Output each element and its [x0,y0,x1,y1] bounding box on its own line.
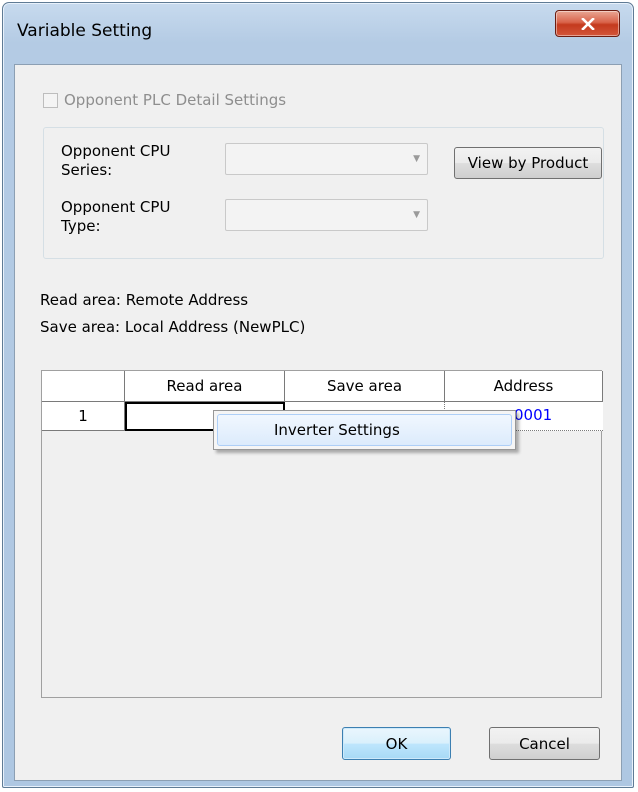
row-header[interactable]: 1 [42,402,125,431]
opponent-cpu-group: Opponent CPU Series: ▼ Opponent CPU Type… [43,127,604,259]
column-header-save-area[interactable]: Save area [285,371,445,402]
opponent-plc-detail-checkbox-row[interactable]: Opponent PLC Detail Settings [43,91,286,109]
dialog-client-area: Opponent PLC Detail Settings Opponent CP… [14,64,622,781]
cpu-type-label: Opponent CPU Type: [61,198,171,235]
close-icon [580,17,595,30]
column-header-address[interactable]: Address [445,371,603,402]
cpu-series-label: Opponent CPU Series: [61,142,171,179]
title-bar[interactable]: Variable Setting [3,3,633,63]
column-header-index [42,371,125,402]
cancel-button[interactable]: Cancel [489,727,600,760]
column-header-read-area[interactable]: Read area [125,371,285,402]
ok-button[interactable]: OK [342,727,451,760]
chevron-down-icon: ▼ [413,154,420,164]
window-title: Variable Setting [17,21,153,41]
chevron-down-icon: ▼ [413,210,420,220]
read-area-info: Read area: Remote Address [40,291,249,309]
cpu-series-select[interactable]: ▼ [225,143,428,175]
close-button[interactable] [555,10,620,37]
view-by-product-button[interactable]: View by Product [454,147,602,179]
variable-setting-dialog: Variable Setting Opponent PLC Detail Set… [2,2,634,788]
opponent-plc-detail-checkbox[interactable] [43,92,58,108]
save-area-info: Save area: Local Address (NewPLC) [40,318,306,336]
context-menu: Inverter Settings [213,410,516,450]
opponent-plc-detail-label: Opponent PLC Detail Settings [64,91,287,109]
menu-item-inverter-settings[interactable]: Inverter Settings [217,414,512,446]
address-value: 0001 [514,406,553,424]
cpu-type-select[interactable]: ▼ [225,199,428,231]
